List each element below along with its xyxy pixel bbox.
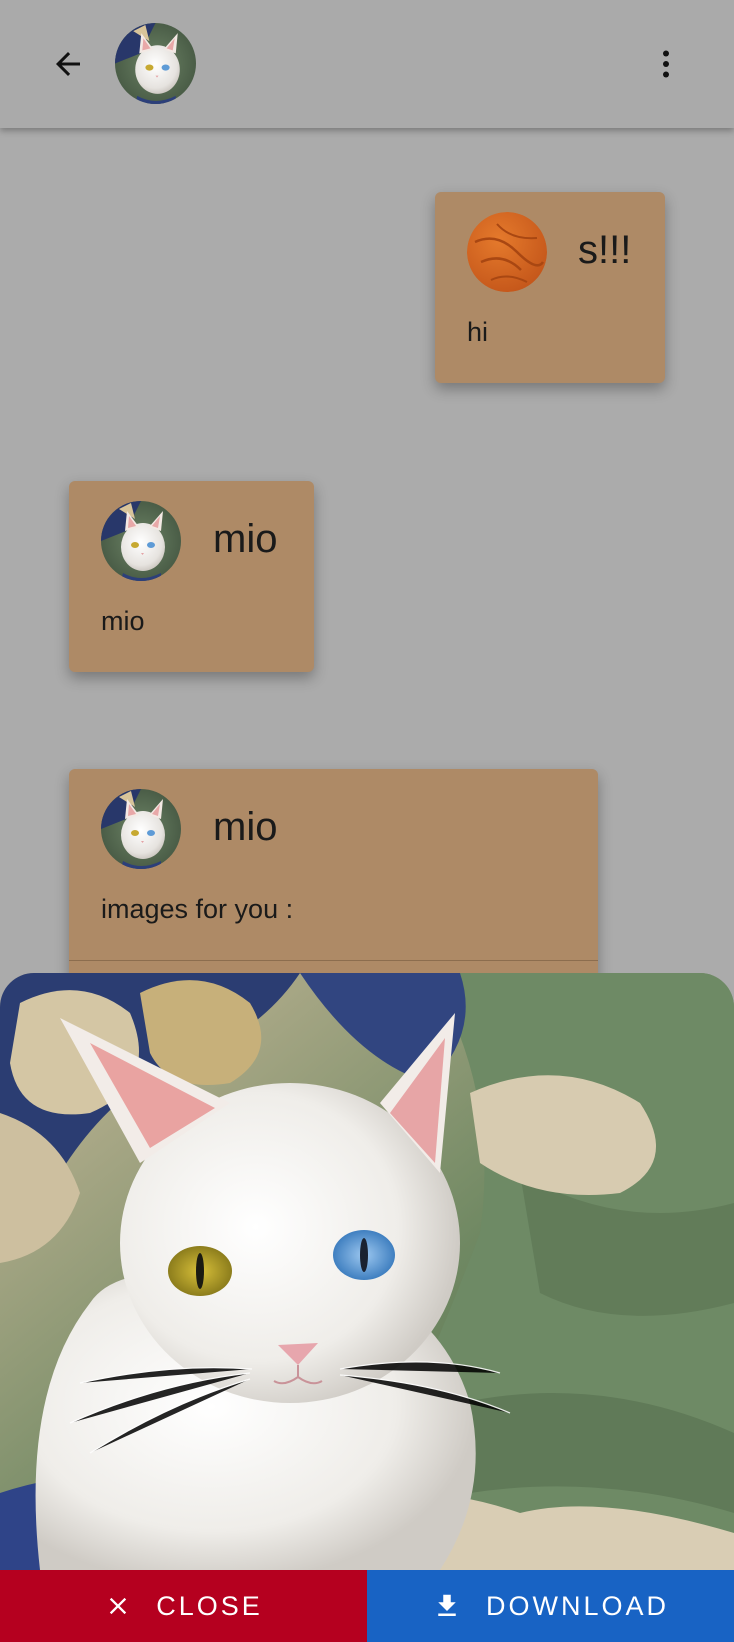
download-button[interactable]: DOWNLOAD: [367, 1570, 734, 1642]
more-options-button[interactable]: [642, 40, 690, 88]
image-viewer[interactable]: [0, 973, 734, 1570]
viewer-action-bar: CLOSE DOWNLOAD: [0, 1570, 734, 1642]
message-card[interactable]: mio images for you :: [69, 769, 598, 999]
close-label: CLOSE: [156, 1590, 263, 1621]
cat-photo: [0, 973, 734, 1570]
message-card[interactable]: s!!! hi: [435, 192, 665, 383]
sender-avatar: [467, 212, 547, 292]
cat-avatar-icon: [101, 789, 181, 869]
sender-avatar: [101, 789, 181, 869]
message-text: images for you :: [101, 894, 294, 924]
sender-name: s!!!: [578, 228, 632, 272]
divider: [69, 960, 598, 961]
message-card[interactable]: mio mio: [69, 481, 314, 672]
close-button[interactable]: CLOSE: [0, 1570, 367, 1642]
message-text: hi: [467, 317, 489, 347]
cat-avatar-icon: [101, 501, 181, 581]
download-icon: [432, 1591, 462, 1621]
sender-name: mio: [213, 517, 278, 561]
back-button[interactable]: [44, 40, 92, 88]
contact-avatar[interactable]: [115, 23, 196, 104]
app-bar: [0, 0, 734, 128]
sender-avatar: [101, 501, 181, 581]
orange-ball-icon: [467, 212, 547, 292]
download-label: DOWNLOAD: [485, 1590, 669, 1621]
sender-name: mio: [213, 805, 278, 849]
message-text: mio: [101, 606, 145, 636]
cat-avatar-icon: [115, 23, 196, 104]
close-icon: [104, 1592, 132, 1620]
more-vert-icon: [663, 50, 669, 78]
arrow-back-icon: [56, 52, 80, 76]
